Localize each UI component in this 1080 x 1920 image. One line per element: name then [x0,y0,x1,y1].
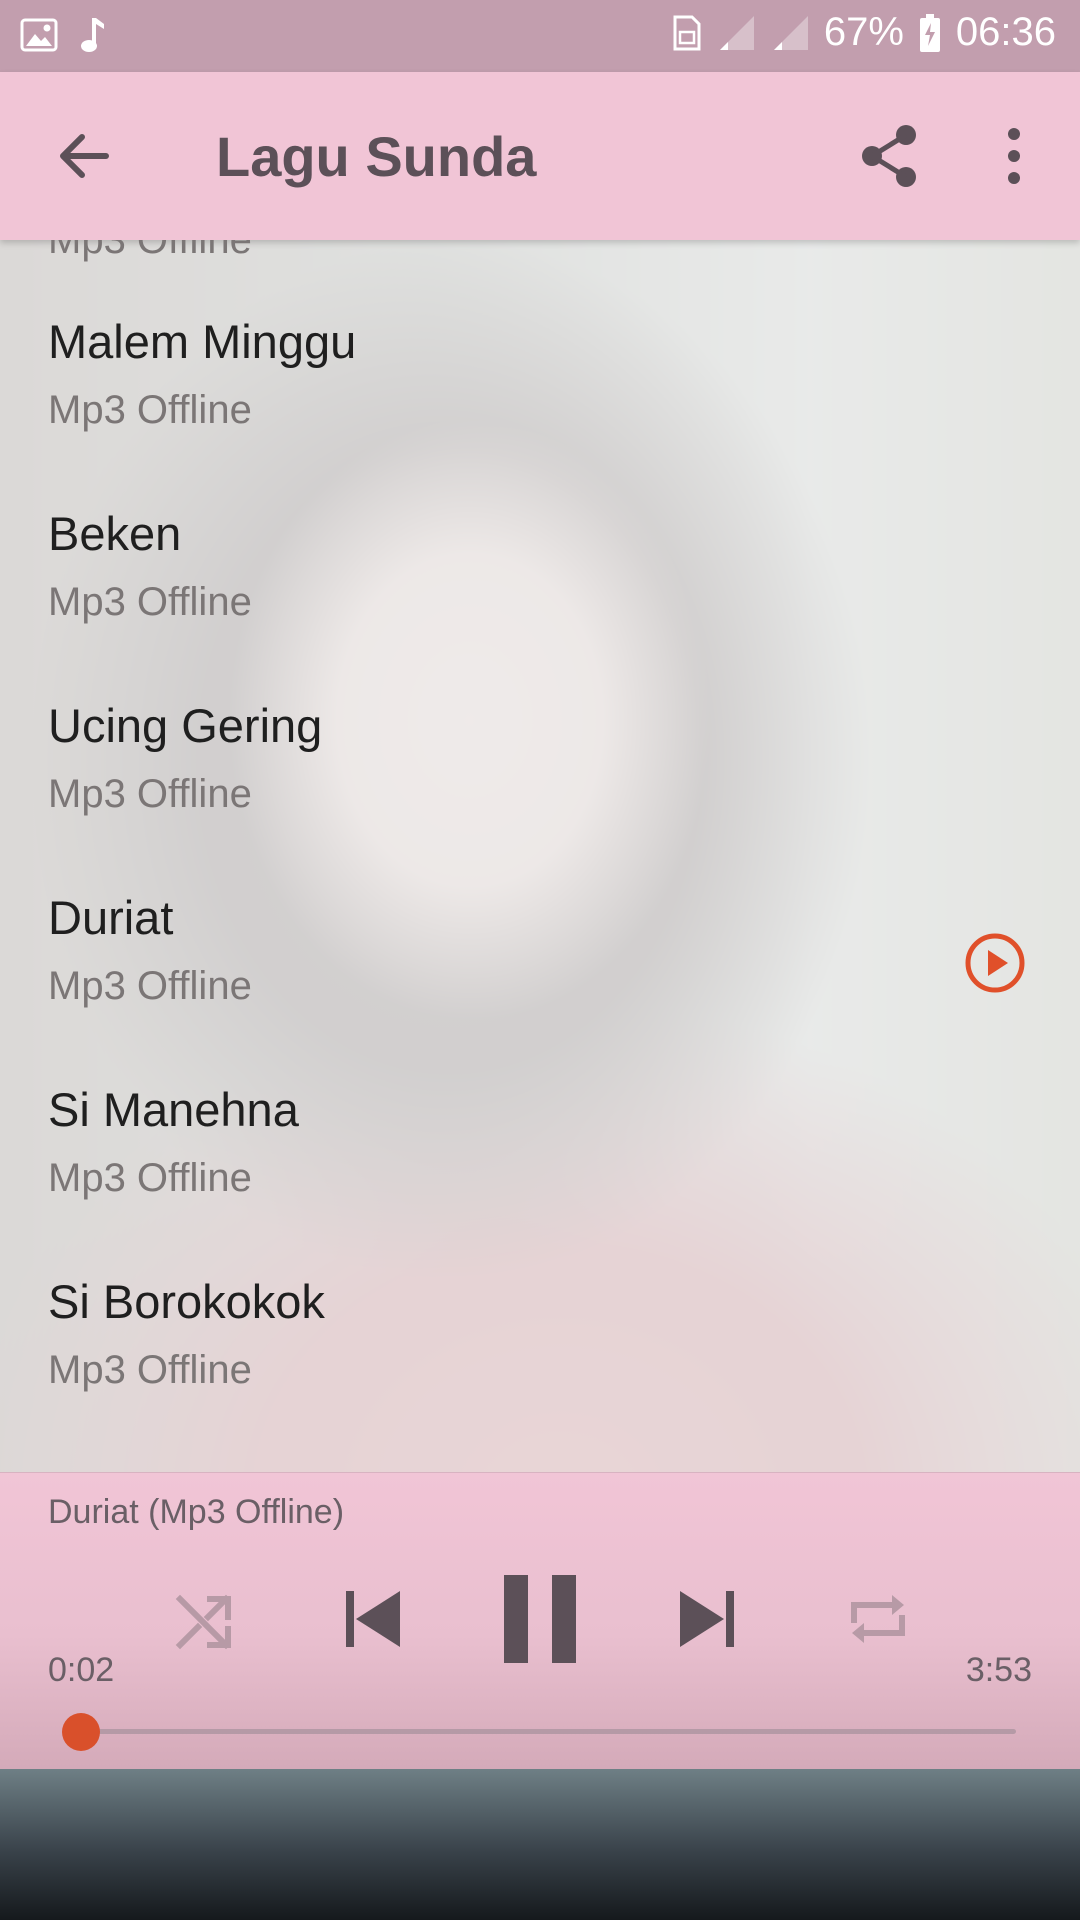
song-title: Ucing Gering [48,699,323,752]
song-list[interactable]: Mp3 Offline Malem Minggu Mp3 Offline Bek… [0,240,1080,1472]
system-status: 67% 06:36 [672,10,1056,55]
player-panel: Duriat (Mp3 Offline) 0:02 3:53 [0,1472,1080,1769]
page-title: Lagu Sunda [216,125,537,188]
skip-previous-icon[interactable] [340,1569,404,1669]
background-image-bottom [0,1768,1080,1920]
list-item[interactable]: Beken Mp3 Offline [0,420,1080,624]
clock: 06:36 [955,10,1056,54]
shuffle-icon[interactable] [174,1569,234,1669]
more-vert-icon[interactable] [994,122,1034,190]
share-icon[interactable] [856,122,924,190]
signal-1-icon [719,15,754,50]
list-item[interactable]: Ucing Gering Mp3 Offline [0,612,1080,816]
skip-next-icon[interactable] [676,1569,740,1669]
notification-icons [20,16,106,54]
play-circle-icon[interactable] [964,932,1026,994]
battery-percent: 67% [823,10,904,54]
battery-charging-icon [919,13,940,52]
elapsed-time: 0:02 [48,1651,115,1689]
app-bar: Lagu Sunda [0,72,1080,240]
music-notification-icon [81,18,104,52]
seek-bar[interactable] [72,1729,1016,1734]
list-item-playing[interactable]: Duriat Mp3 Offline [0,804,1080,1008]
arrow-left-icon[interactable] [48,120,120,192]
list-item[interactable]: Si Borokokok Mp3 Offline [0,1188,1080,1392]
song-title: Beken [48,507,182,560]
song-title: Duriat [48,891,174,944]
now-playing-label: Duriat (Mp3 Offline) [48,1493,345,1531]
total-duration: 3:53 [965,1651,1032,1689]
sim-card-icon [673,15,701,50]
pause-icon[interactable] [500,1569,580,1669]
song-title: Si Borokokok [48,1275,325,1328]
signal-2-icon [773,15,808,50]
song-title: Si Manehna [48,1083,299,1136]
song-title: Malem Minggu [48,315,357,368]
repeat-icon[interactable] [846,1569,910,1669]
image-notification-icon [20,18,58,52]
seek-thumb[interactable] [62,1713,101,1751]
list-item[interactable]: Malem Minggu Mp3 Offline [0,240,1080,432]
list-item[interactable]: Si Manehna Mp3 Offline [0,996,1080,1200]
status-bar: 67% 06:36 [0,0,1080,72]
song-subtitle: Mp3 Offline [48,1348,252,1392]
